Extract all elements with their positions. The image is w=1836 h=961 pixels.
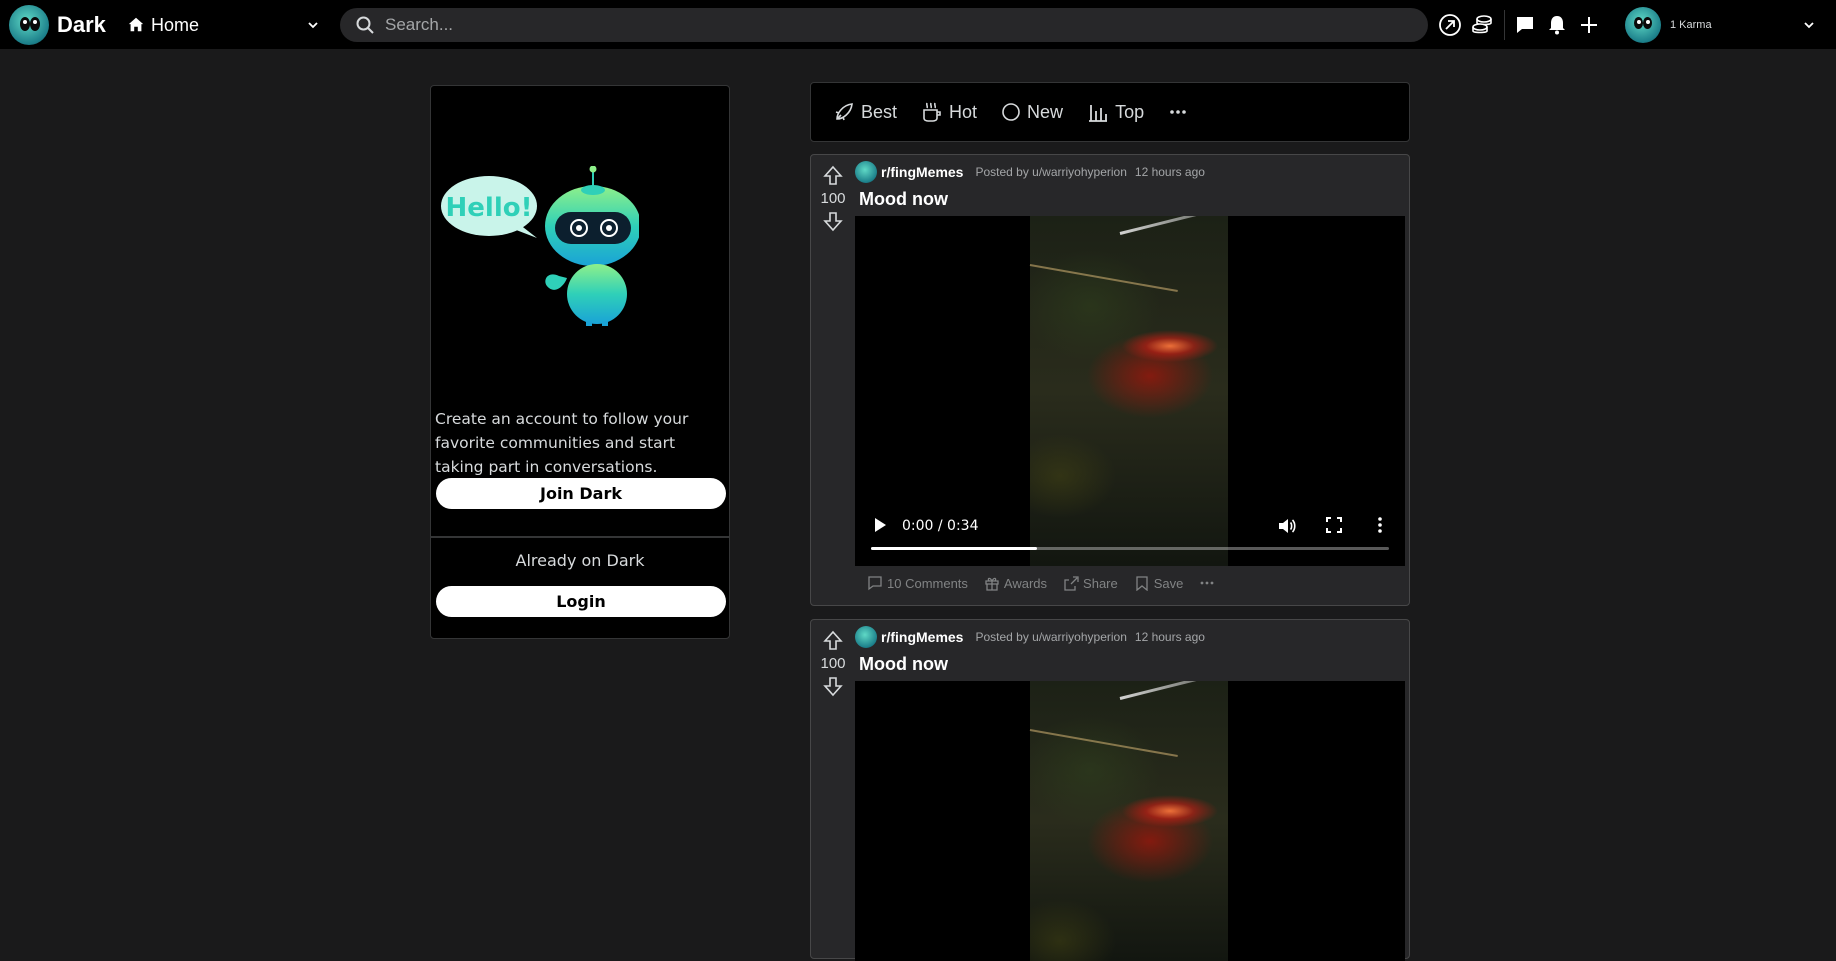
top-header: Dark Home 1 Karma <box>0 0 1836 49</box>
subreddit-link[interactable]: r/fingMemes <box>881 629 963 645</box>
plus-icon[interactable] <box>1576 12 1602 38</box>
bell-icon[interactable] <box>1544 12 1570 38</box>
hot-cup-icon <box>923 102 941 122</box>
share-label: Share <box>1083 575 1118 591</box>
vote-column: 100 <box>811 620 855 697</box>
vote-column: 100 <box>811 155 855 232</box>
user-menu-chevron-icon[interactable] <box>1802 18 1816 32</box>
video-progress-fill <box>871 547 1037 550</box>
sort-hot-label: Hot <box>949 101 978 122</box>
search-icon <box>356 16 374 34</box>
posted-by[interactable]: Posted by u/warriyohyperion <box>975 630 1126 644</box>
coins-icon[interactable] <box>1469 12 1495 38</box>
awards-button[interactable]: Awards <box>984 575 1047 591</box>
share-icon <box>1064 576 1079 591</box>
post-more-button[interactable] <box>1199 575 1219 591</box>
post-time: 12 hours ago <box>1134 630 1205 644</box>
save-button[interactable]: Save <box>1134 575 1184 591</box>
sort-top[interactable]: Top <box>1087 101 1144 123</box>
video-player[interactable] <box>855 681 1405 961</box>
video-progress-bar[interactable] <box>871 547 1389 550</box>
sort-best-label: Best <box>861 101 898 122</box>
search-bar[interactable] <box>340 8 1428 42</box>
video-frame <box>1030 681 1228 961</box>
home-label: Home <box>151 14 200 35</box>
upvote-icon[interactable] <box>822 165 844 187</box>
robot-illustration: Hello! <box>441 166 639 326</box>
card-divider <box>431 536 729 538</box>
subreddit-link[interactable]: r/fingMemes <box>881 164 963 180</box>
user-avatar[interactable] <box>1625 7 1661 43</box>
video-time: 0:00 / 0:34 <box>902 518 979 534</box>
subreddit-avatar[interactable] <box>855 161 877 183</box>
video-more-icon[interactable] <box>1371 516 1389 534</box>
vote-count: 100 <box>820 190 846 207</box>
signup-card: Hello! Create an account to follow your … <box>430 85 730 639</box>
home-dropdown[interactable]: Home <box>127 9 322 41</box>
play-icon[interactable] <box>871 516 889 534</box>
brand-name[interactable]: Dark <box>57 12 106 38</box>
popular-icon[interactable] <box>1437 12 1463 38</box>
post-card[interactable]: 100 r/fingMemes Posted by u/warriyohyper… <box>810 619 1410 961</box>
post-actions: 10 Comments Awards Share Save <box>867 575 1235 591</box>
sort-hot[interactable]: Hot <box>921 101 977 123</box>
chevron-down-icon <box>308 22 318 29</box>
chat-icon[interactable] <box>1512 12 1538 38</box>
post-title[interactable]: Mood now <box>859 189 948 210</box>
sort-top-label: Top <box>1115 101 1145 122</box>
share-button[interactable]: Share <box>1063 575 1118 591</box>
bar-chart-icon <box>1089 105 1108 122</box>
awards-label: Awards <box>1003 575 1048 591</box>
post-time: 12 hours ago <box>1134 165 1205 179</box>
sort-bar: Best Hot New Top <box>810 82 1410 142</box>
save-label: Save <box>1153 575 1184 591</box>
gift-icon <box>985 577 999 591</box>
home-icon <box>128 17 144 32</box>
header-divider <box>1504 10 1505 40</box>
downvote-icon[interactable] <box>822 675 844 697</box>
hello-bubble-text: Hello! <box>446 193 533 223</box>
bookmark-icon <box>1136 576 1148 591</box>
new-circle-icon <box>1002 103 1020 121</box>
already-member-text: Already on Dark <box>515 551 645 570</box>
sort-best[interactable]: Best <box>833 101 897 123</box>
comments-label: 10 Comments <box>887 575 968 591</box>
video-controls: 0:00 / 0:34 <box>855 506 1405 566</box>
subreddit-avatar[interactable] <box>855 626 877 648</box>
sort-new-label: New <box>1027 101 1064 122</box>
comment-icon <box>868 576 882 591</box>
karma-count[interactable]: 1 Karma <box>1670 19 1712 31</box>
video-player[interactable]: 0:00 / 0:34 <box>855 216 1405 566</box>
sort-new[interactable]: New <box>1001 102 1063 123</box>
volume-icon[interactable] <box>1277 516 1297 536</box>
post-meta: r/fingMemes Posted by u/warriyohyperion … <box>855 161 1205 183</box>
login-button[interactable]: Login <box>436 586 726 617</box>
signup-description: Create an account to follow your favorit… <box>435 410 689 476</box>
search-input[interactable] <box>385 15 1285 35</box>
sort-more-button[interactable] <box>1168 102 1194 122</box>
vote-count: 100 <box>820 655 846 672</box>
ellipsis-icon <box>1170 110 1186 114</box>
post-meta: r/fingMemes Posted by u/warriyohyperion … <box>855 626 1205 648</box>
rocket-icon <box>835 103 853 121</box>
fullscreen-icon[interactable] <box>1325 516 1343 534</box>
downvote-icon[interactable] <box>822 210 844 232</box>
join-button[interactable]: Join Dark <box>436 478 726 509</box>
ellipsis-icon <box>1200 581 1214 585</box>
posted-by[interactable]: Posted by u/warriyohyperion <box>975 165 1126 179</box>
post-card[interactable]: 100 r/fingMemes Posted by u/warriyohyper… <box>810 154 1410 606</box>
logo-avatar[interactable] <box>9 5 49 45</box>
post-title[interactable]: Mood now <box>859 654 948 675</box>
comments-button[interactable]: 10 Comments <box>867 575 968 591</box>
upvote-icon[interactable] <box>822 630 844 652</box>
